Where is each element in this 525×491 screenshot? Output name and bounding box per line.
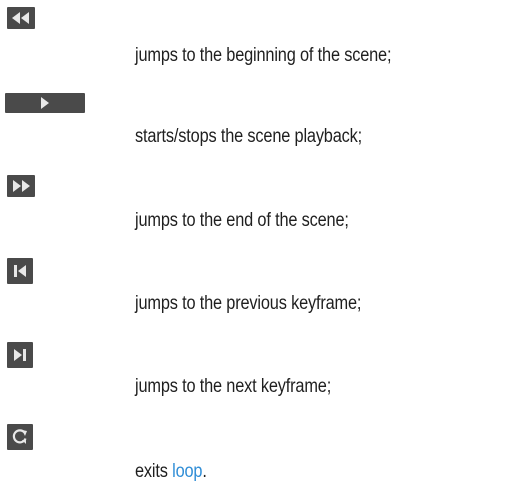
rewind-description: jumps to the beginning of the scene;	[135, 45, 392, 66]
fast-forward-button[interactable]	[7, 175, 35, 197]
loop-description: exits loop.	[135, 461, 207, 483]
loop-icon	[12, 429, 27, 444]
rewind-button[interactable]	[7, 7, 35, 29]
play-description: starts/stops the scene playback;	[135, 126, 363, 147]
fast-forward-to-end-icon	[13, 180, 30, 192]
next-keyframe-icon	[14, 349, 26, 361]
fast-forward-description: jumps to the end of the scene;	[135, 210, 349, 231]
loop-description-suffix: .	[202, 461, 207, 482]
loop-button[interactable]	[7, 424, 33, 450]
previous-keyframe-button[interactable]	[7, 258, 33, 284]
loop-link[interactable]: loop	[172, 461, 202, 482]
next-keyframe-description: jumps to the next keyframe;	[135, 376, 332, 397]
next-keyframe-button[interactable]	[7, 342, 33, 368]
rewind-to-start-icon	[12, 12, 29, 24]
previous-keyframe-icon	[14, 265, 26, 277]
play-icon	[41, 97, 49, 109]
loop-description-prefix: exits	[135, 461, 173, 482]
play-button[interactable]	[5, 93, 85, 113]
previous-keyframe-description: jumps to the previous keyframe;	[135, 293, 362, 314]
